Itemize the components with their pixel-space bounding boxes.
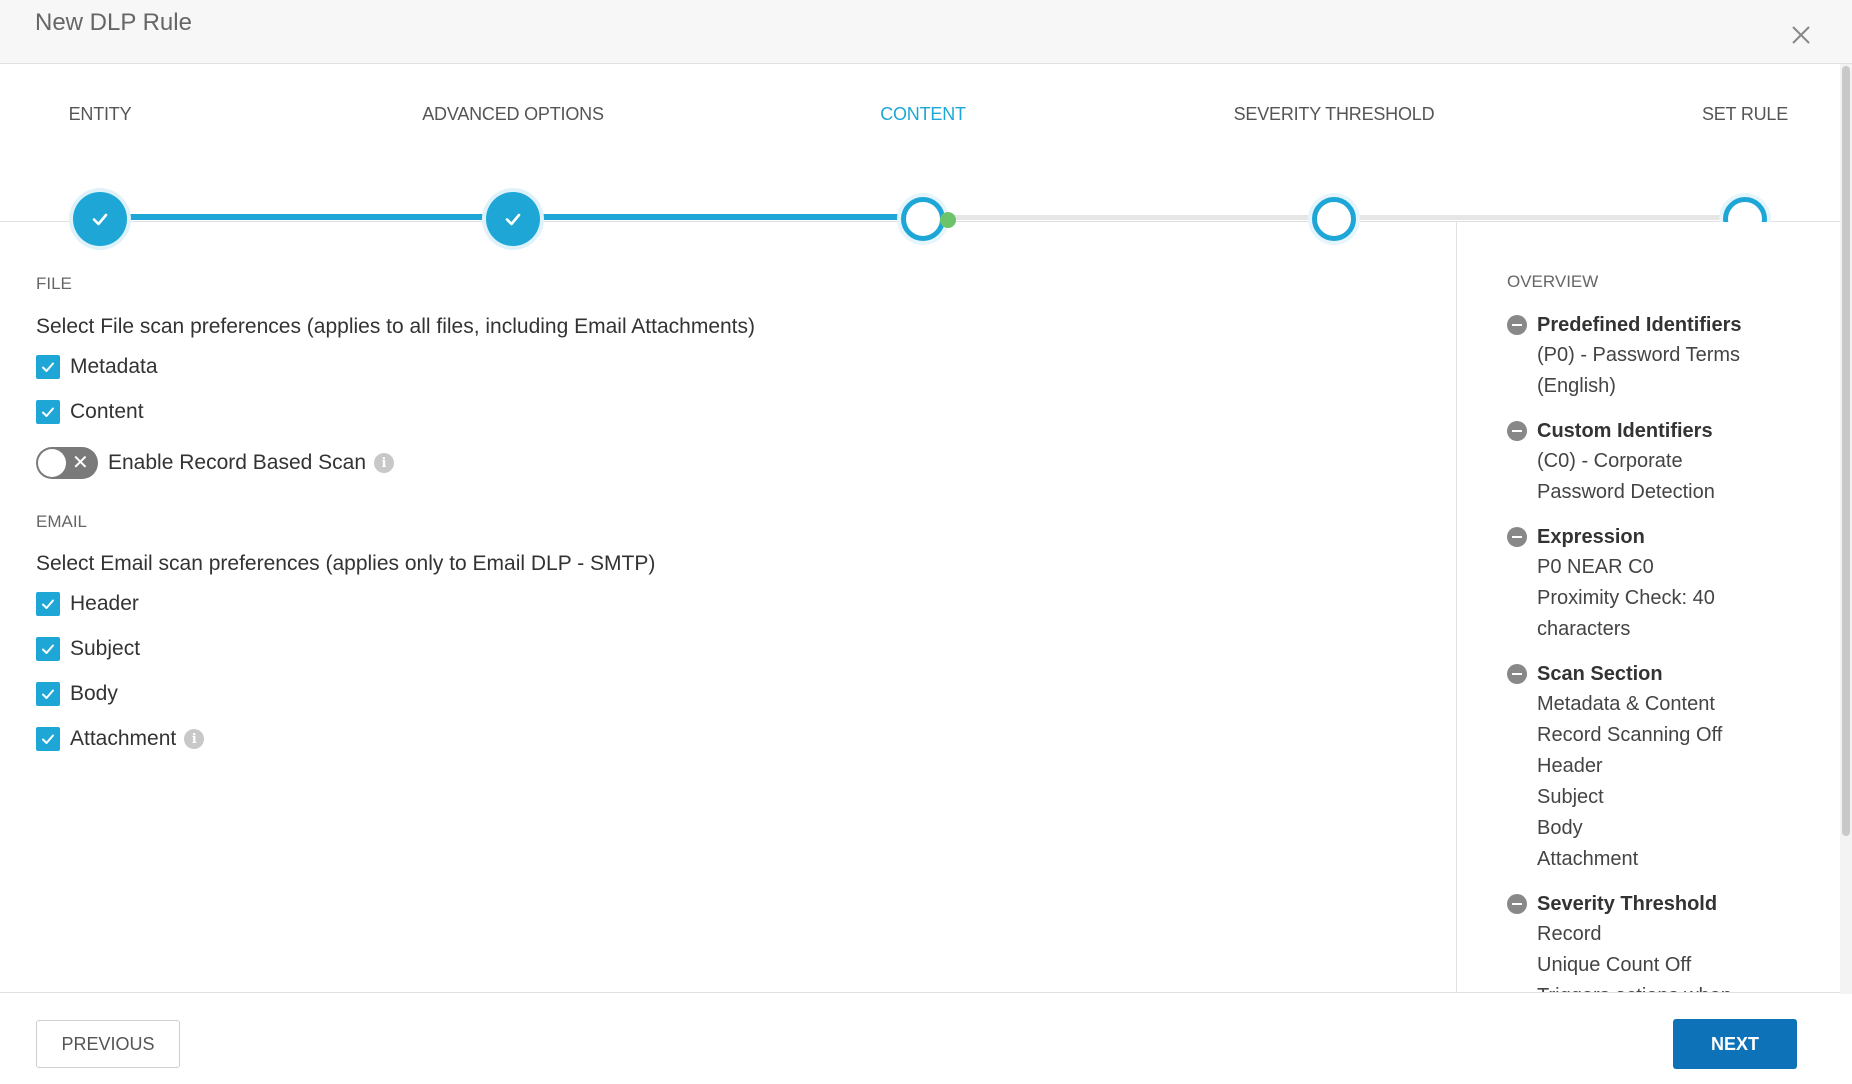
email-description: Select Email scan preferences (applies o… — [36, 552, 656, 575]
overview-item-line: (C0) - Corporate — [1537, 450, 1683, 472]
overview-item-line: Proximity Check: 40 — [1537, 587, 1715, 609]
scrollbar-thumb[interactable] — [1842, 66, 1850, 836]
overview-item-heading[interactable]: Custom Identifiers — [1507, 416, 1827, 446]
checkmark-icon — [42, 734, 54, 744]
header-label: Header — [70, 592, 139, 615]
info-icon[interactable]: i — [374, 453, 394, 473]
overview-item-line: Record — [1537, 923, 1602, 945]
attachment-checkbox[interactable] — [36, 727, 60, 751]
collapse-icon[interactable] — [1507, 894, 1527, 914]
file-section-label: FILE — [36, 274, 72, 293]
attachment-checkbox-row[interactable]: Attachment i — [36, 726, 205, 752]
dialog-header: New DLP Rule — [0, 0, 1852, 64]
checkmark-icon — [42, 644, 54, 654]
overview-item-heading[interactable]: Scan Section — [1507, 659, 1827, 689]
wizard-stepper: ENTITY ADVANCED OPTIONS CONTENT SEVERITY… — [0, 64, 1840, 246]
overview-title: OVERVIEW — [1507, 272, 1599, 291]
overview-item-heading[interactable]: Expression — [1507, 522, 1827, 552]
info-icon[interactable]: i — [184, 729, 205, 749]
overview-custom-identifiers: Custom Identifiers (C0) - Corporate Pass… — [1507, 416, 1827, 508]
overview-item-line: Body — [1537, 817, 1583, 839]
step-label-advanced-options[interactable]: ADVANCED OPTIONS — [422, 104, 604, 125]
subject-checkbox[interactable] — [36, 637, 60, 661]
overview-expression: Expression P0 NEAR C0 Proximity Check: 4… — [1507, 522, 1827, 645]
overview-scan-section: Scan Section Metadata & Content Record S… — [1507, 659, 1827, 875]
body-checkbox-row[interactable]: Body — [36, 681, 118, 707]
overview-item-line: Password Detection — [1537, 481, 1715, 503]
overview-item-line: Unique Count Off — [1537, 954, 1692, 976]
file-description: Select File scan preferences (applies to… — [36, 315, 756, 338]
collapse-icon[interactable] — [1507, 421, 1527, 441]
body-checkbox[interactable] — [36, 682, 60, 706]
attachment-label: Attachment — [70, 727, 177, 750]
overview-item-line: Triggers actions when — [1507, 981, 1827, 992]
checkmark-icon — [42, 599, 54, 609]
dialog-title: New DLP Rule — [35, 9, 192, 36]
step-label-severity-threshold[interactable]: SEVERITY THRESHOLD — [1234, 104, 1435, 125]
collapse-icon[interactable] — [1507, 527, 1527, 547]
metadata-checkbox-row[interactable]: Metadata — [36, 354, 158, 380]
record-scan-row: ✕ Enable Record Based Scan i — [36, 446, 394, 480]
metadata-label: Metadata — [70, 355, 158, 378]
subject-label: Subject — [70, 637, 141, 660]
checkmark-icon — [42, 407, 54, 417]
checkmark-icon — [42, 362, 54, 372]
content-checkbox[interactable] — [36, 400, 60, 424]
overview-item-line: P0 NEAR C0 — [1537, 556, 1654, 578]
step-label-set-rule[interactable]: SET RULE — [1702, 104, 1788, 125]
record-scan-toggle[interactable]: ✕ — [36, 447, 98, 479]
header-checkbox-row[interactable]: Header — [36, 591, 139, 617]
record-scan-label: Enable Record Based Scan — [108, 451, 366, 474]
overview-item-line: (English) — [1537, 375, 1616, 397]
previous-button[interactable]: PREVIOUS — [36, 1020, 180, 1068]
overview-severity-threshold: Severity Threshold Record Unique Count O… — [1507, 889, 1827, 992]
overview-item-line: Metadata & Content — [1537, 693, 1715, 715]
overview-item-line: Subject — [1537, 786, 1604, 808]
content-checkbox-row[interactable]: Content — [36, 399, 144, 425]
toggle-knob — [38, 449, 66, 477]
subject-checkbox-row[interactable]: Subject — [36, 636, 140, 662]
content-panel: FILE Select File scan preferences (appli… — [0, 222, 1456, 992]
header-checkbox[interactable] — [36, 592, 60, 616]
collapse-icon[interactable] — [1507, 664, 1527, 684]
email-section-label: EMAIL — [36, 512, 88, 531]
close-button[interactable] — [1786, 20, 1816, 50]
content-label: Content — [70, 400, 144, 423]
overview-item-heading[interactable]: Severity Threshold — [1507, 889, 1827, 919]
close-icon — [1792, 26, 1810, 44]
overview-item-line: (P0) - Password Terms — [1537, 344, 1741, 366]
overview-item-heading[interactable]: Predefined Identifiers — [1507, 310, 1827, 340]
overview-panel: OVERVIEW Predefined Identifiers (P0) - P… — [1456, 222, 1840, 992]
overview-item-line: Record Scanning Off — [1537, 724, 1723, 746]
new-dlp-rule-dialog: New DLP Rule ENTITY ADVANCED OPTIONS CON… — [0, 0, 1852, 1084]
overview-item-line: Attachment — [1537, 848, 1639, 870]
next-button[interactable]: NEXT — [1673, 1019, 1797, 1069]
collapse-icon[interactable] — [1507, 315, 1527, 335]
step-label-entity[interactable]: ENTITY — [69, 104, 132, 125]
overview-item-line: Header — [1537, 755, 1603, 777]
dialog-footer: PREVIOUS NEXT — [0, 992, 1840, 1084]
step-label-content[interactable]: CONTENT — [880, 104, 966, 125]
body-label: Body — [70, 682, 118, 705]
checkmark-icon — [42, 689, 54, 699]
overview-predefined-identifiers: Predefined Identifiers (P0) - Password T… — [1507, 310, 1827, 402]
overview-item-line: characters — [1537, 618, 1631, 640]
toggle-off-icon: ✕ — [72, 452, 89, 474]
metadata-checkbox[interactable] — [36, 355, 60, 379]
